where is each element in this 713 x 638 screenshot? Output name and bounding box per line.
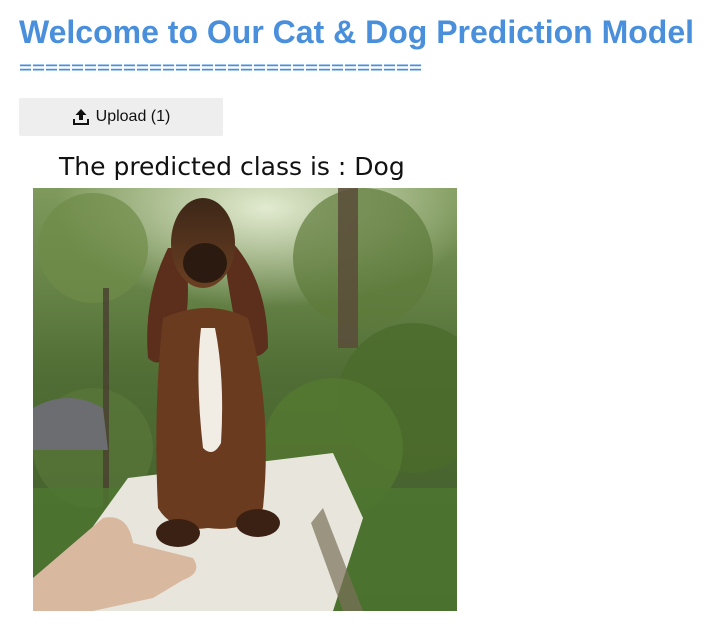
- prediction-result: The predicted class is : Dog: [59, 152, 405, 181]
- upload-icon: [72, 108, 90, 126]
- uploaded-dog-image: [33, 188, 457, 611]
- page-title: Welcome to Our Cat & Dog Prediction Mode…: [18, 14, 694, 50]
- upload-button[interactable]: Upload (1): [19, 98, 223, 136]
- upload-button-label: Upload (1): [95, 108, 171, 125]
- title-divider: ===============================: [19, 55, 423, 80]
